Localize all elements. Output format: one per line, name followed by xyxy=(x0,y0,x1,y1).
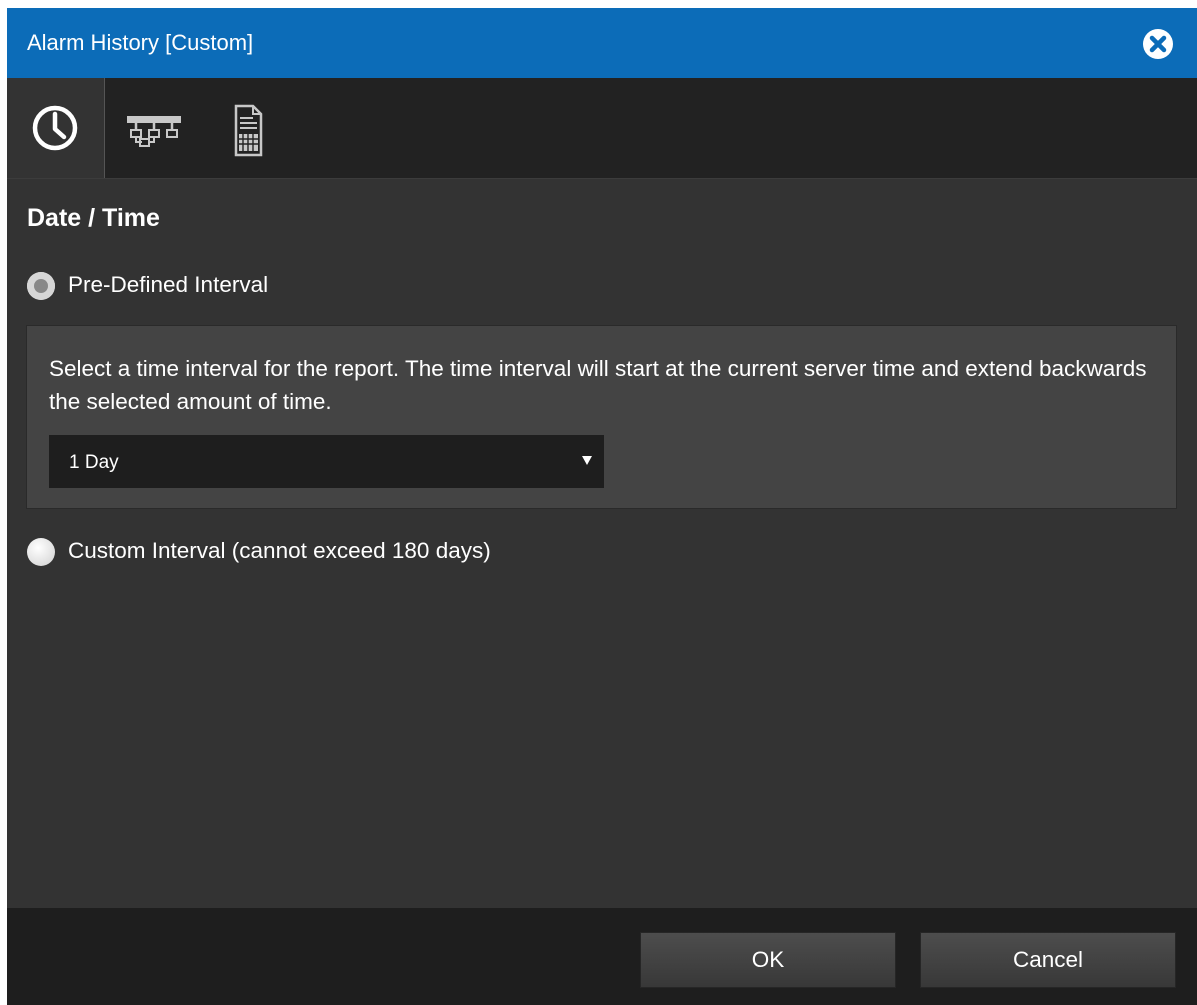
toolbar xyxy=(7,78,1197,179)
clock-icon xyxy=(32,105,78,151)
predefined-interval-radio[interactable] xyxy=(27,272,55,300)
dialog-title: Alarm History [Custom] xyxy=(27,30,254,55)
tab-report[interactable] xyxy=(207,78,287,178)
tab-hierarchy[interactable] xyxy=(107,78,202,178)
dialog-footer: OK Cancel xyxy=(7,908,1197,1005)
interval-select-value: 1 Day xyxy=(69,452,119,473)
report-document-icon xyxy=(234,104,263,157)
dropdown-arrow-icon xyxy=(582,456,592,465)
title-bar: Alarm History [Custom] xyxy=(7,8,1197,78)
predefined-interval-panel: Select a time interval for the report. T… xyxy=(26,325,1177,509)
custom-interval-label[interactable]: Custom Interval (cannot exceed 180 days) xyxy=(68,538,491,564)
interval-select[interactable]: 1 Day xyxy=(49,435,604,488)
close-icon[interactable] xyxy=(1142,28,1174,60)
custom-interval-radio[interactable] xyxy=(27,538,55,566)
interval-description: Select a time interval for the report. T… xyxy=(49,356,1147,414)
section-title: Date / Time xyxy=(27,204,160,232)
ok-button[interactable]: OK xyxy=(640,932,896,988)
tab-date-time[interactable] xyxy=(7,78,105,178)
alarm-history-dialog: Alarm History [Custom] Date / Time Pre-D… xyxy=(7,8,1197,1005)
hierarchy-icon xyxy=(127,116,181,147)
cancel-button[interactable]: Cancel xyxy=(920,932,1176,988)
predefined-interval-label[interactable]: Pre-Defined Interval xyxy=(68,272,268,298)
